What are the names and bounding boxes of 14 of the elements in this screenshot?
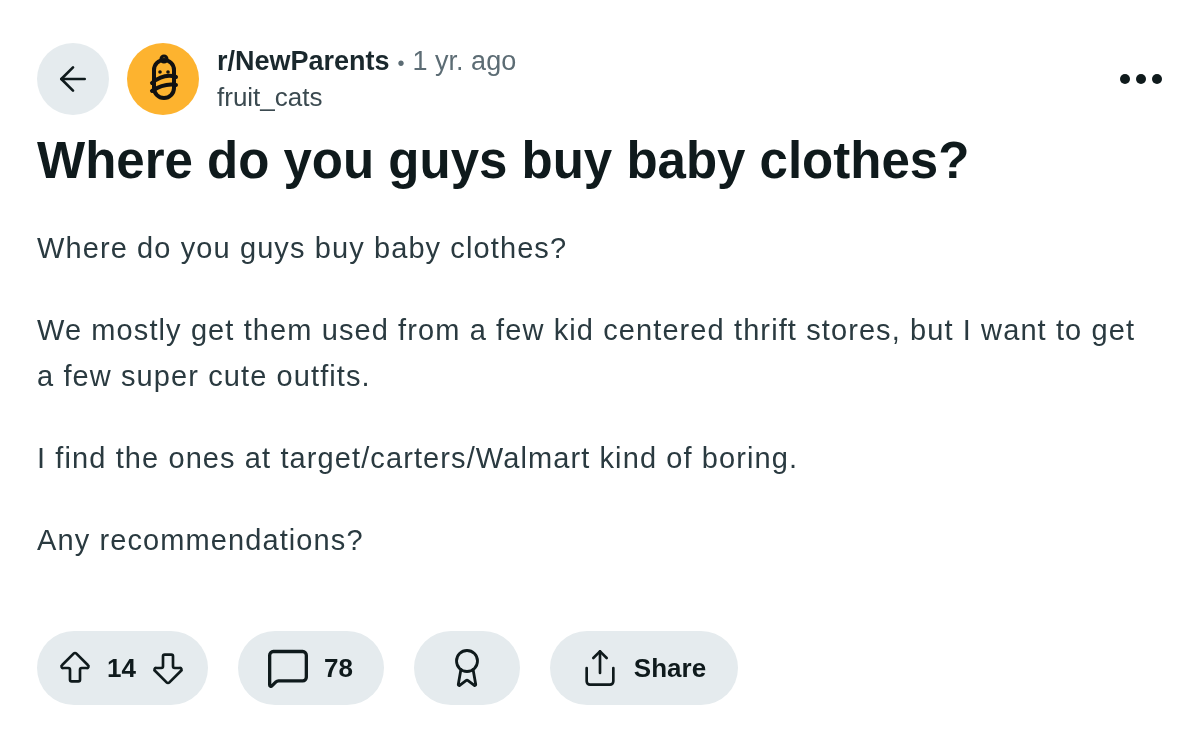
- post-title: Where do you guys buy baby clothes?: [37, 133, 971, 189]
- post-paragraph: We mostly get them used from a few kid centered thrift stores, but I want to get a few super cute outfits.: [37, 313, 1137, 394]
- post-paragraph: Where do you guys buy baby clothes?: [37, 231, 569, 266]
- subreddit-link[interactable]: r/NewParents: [217, 45, 390, 77]
- post-paragraph: I find the ones at target/carters/Walmart kind of boring.: [37, 441, 800, 476]
- separator-dot: •: [397, 51, 405, 76]
- vote-score: 14: [106, 652, 137, 684]
- post-paragraph: Any recommendations?: [37, 523, 365, 558]
- baby-avatar-icon: [127, 43, 199, 115]
- comments-button[interactable]: 78: [237, 631, 384, 705]
- ellipsis-icon: [1120, 74, 1162, 84]
- share-button[interactable]: Share: [549, 631, 739, 705]
- post-time: 1 yr. ago: [412, 45, 517, 77]
- author-link[interactable]: fruit_cats: [217, 81, 517, 113]
